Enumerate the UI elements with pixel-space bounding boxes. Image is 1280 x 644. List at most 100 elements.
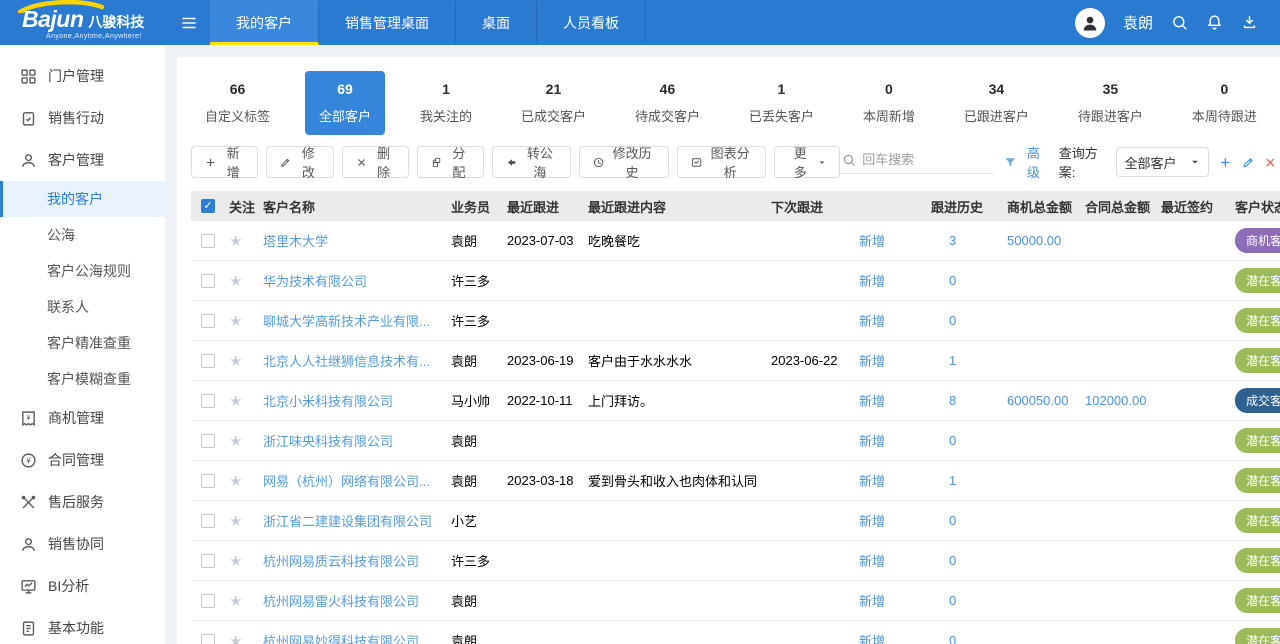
- edit-scheme-icon[interactable]: [1242, 155, 1255, 170]
- select-all-checkbox[interactable]: [201, 199, 215, 213]
- toolbar-button[interactable]: 删除: [342, 146, 409, 178]
- table-row[interactable]: ★ 北京人人社继狮信息技术有... 袁朗 2023-06-19 客户由于水水水水…: [191, 341, 1280, 381]
- sidebar-item[interactable]: 公海: [0, 217, 165, 253]
- col-header-history[interactable]: 跟进历史: [931, 197, 1007, 216]
- toolbar-button[interactable]: 新增: [191, 146, 258, 178]
- row-checkbox[interactable]: [201, 634, 215, 644]
- star-icon[interactable]: ★: [229, 593, 242, 610]
- star-icon[interactable]: ★: [229, 633, 242, 644]
- add-followup-link[interactable]: 新增: [859, 231, 931, 250]
- row-checkbox[interactable]: [201, 514, 215, 528]
- nav-tab[interactable]: 销售管理桌面: [319, 0, 456, 45]
- col-header-follow[interactable]: 关注: [229, 197, 263, 216]
- follow-history-link[interactable]: 0: [931, 433, 1007, 448]
- table-row[interactable]: ★ 浙江省二建建设集团有限公司 小艺 新增 0 潜在客户: [191, 501, 1280, 541]
- stat-card[interactable]: 0 本周待跟进: [1178, 71, 1271, 135]
- add-followup-link[interactable]: 新增: [859, 351, 931, 370]
- customer-name-link[interactable]: 北京人人社继狮信息技术有...: [263, 351, 451, 370]
- sidebar-item[interactable]: 客户精准查重: [0, 325, 165, 361]
- stat-card[interactable]: 35 待跟进客户: [1064, 71, 1157, 135]
- add-followup-link[interactable]: 新增: [859, 311, 931, 330]
- row-checkbox[interactable]: [201, 434, 215, 448]
- sidebar-item[interactable]: 合同管理: [0, 439, 165, 481]
- star-icon[interactable]: ★: [229, 233, 242, 250]
- add-followup-link[interactable]: 新增: [859, 431, 931, 450]
- add-followup-link[interactable]: 新增: [859, 391, 931, 410]
- toolbar-button[interactable]: 图表分析: [677, 146, 767, 178]
- row-checkbox[interactable]: [201, 314, 215, 328]
- row-checkbox[interactable]: [201, 474, 215, 488]
- add-followup-link[interactable]: 新增: [859, 511, 931, 530]
- row-checkbox[interactable]: [201, 594, 215, 608]
- username[interactable]: 袁朗: [1123, 12, 1153, 33]
- star-icon[interactable]: ★: [229, 433, 242, 450]
- advanced-filter-link[interactable]: 高级: [1027, 143, 1049, 181]
- sidebar-item[interactable]: 联系人: [0, 289, 165, 325]
- search-icon[interactable]: [1171, 14, 1188, 31]
- star-icon[interactable]: ★: [229, 313, 242, 330]
- sidebar-item[interactable]: 商机管理: [0, 397, 165, 439]
- hamburger-menu-button[interactable]: [168, 0, 210, 45]
- row-checkbox[interactable]: [201, 554, 215, 568]
- add-scheme-icon[interactable]: [1219, 155, 1232, 170]
- follow-history-link[interactable]: 0: [931, 273, 1007, 288]
- follow-history-link[interactable]: 8: [931, 393, 1007, 408]
- stat-card[interactable]: 34 已跟进客户: [950, 71, 1043, 135]
- col-header-opportunity-amount[interactable]: 商机总金额: [1007, 197, 1085, 216]
- add-followup-link[interactable]: 新增: [859, 271, 931, 290]
- toolbar-button[interactable]: 修改历史: [579, 146, 669, 178]
- query-scheme-select[interactable]: 全部客户: [1116, 147, 1210, 177]
- delete-scheme-icon[interactable]: [1264, 155, 1277, 170]
- table-row[interactable]: ★ 杭州网易妙得科技有限公司 袁朗 新增 0 潜在客户: [191, 621, 1280, 644]
- add-followup-link[interactable]: 新增: [859, 551, 931, 570]
- sidebar-item[interactable]: 销售行动: [0, 97, 165, 139]
- filter-funnel-icon[interactable]: [1004, 155, 1017, 170]
- app-logo[interactable]: Bajun 八骏科技 Anyone,Anytime,Anywhere!: [0, 0, 168, 45]
- table-row[interactable]: ★ 塔里木大学 袁朗 2023-07-03 吃晚餐吃 新增 3 50000.00…: [191, 221, 1280, 261]
- customer-name-link[interactable]: 塔里木大学: [263, 231, 451, 250]
- user-avatar[interactable]: [1075, 8, 1105, 38]
- notifications-bell-icon[interactable]: [1206, 14, 1223, 31]
- follow-history-link[interactable]: 3: [931, 233, 1007, 248]
- col-header-status[interactable]: 客户状态: [1235, 197, 1280, 216]
- contract-amount-link[interactable]: 102000.00: [1085, 393, 1161, 408]
- download-icon[interactable]: [1241, 14, 1258, 31]
- col-header-next-follow[interactable]: 下次跟进: [771, 197, 859, 216]
- col-header-last-sign[interactable]: 最近签约: [1161, 197, 1235, 216]
- nav-tab[interactable]: 人员看板: [537, 0, 646, 45]
- customer-name-link[interactable]: 聊城大学高新技术产业有限...: [263, 311, 451, 330]
- star-icon[interactable]: ★: [229, 513, 242, 530]
- sidebar-item[interactable]: 我的客户: [0, 181, 165, 217]
- customer-name-link[interactable]: 北京小米科技有限公司: [263, 391, 451, 410]
- table-row[interactable]: ★ 聊城大学高新技术产业有限... 许三多 新增 0 潜在客户: [191, 301, 1280, 341]
- customer-name-link[interactable]: 杭州网易雷火科技有限公司: [263, 591, 451, 610]
- row-checkbox[interactable]: [201, 394, 215, 408]
- more-button[interactable]: 更多: [774, 146, 840, 178]
- table-row[interactable]: ★ 网易（杭州）网络有限公司... 袁朗 2023-03-18 爱到骨头和收入也…: [191, 461, 1280, 501]
- sidebar-item[interactable]: BI分析: [0, 565, 165, 607]
- row-checkbox[interactable]: [201, 274, 215, 288]
- toolbar-button[interactable]: 修改: [266, 146, 333, 178]
- stat-card[interactable]: 1 我关注的: [406, 71, 486, 135]
- toolbar-button[interactable]: 分配: [417, 146, 484, 178]
- star-icon[interactable]: ★: [229, 553, 242, 570]
- follow-history-link[interactable]: 0: [931, 553, 1007, 568]
- customer-name-link[interactable]: 网易（杭州）网络有限公司...: [263, 471, 451, 490]
- stat-card[interactable]: 21 已成交客户: [507, 71, 600, 135]
- star-icon[interactable]: ★: [229, 393, 242, 410]
- sidebar-item[interactable]: 门户管理: [0, 55, 165, 97]
- star-icon[interactable]: ★: [229, 473, 242, 490]
- search-input[interactable]: [862, 152, 992, 167]
- col-header-owner[interactable]: 业务员: [451, 197, 507, 216]
- sidebar-item[interactable]: 基本功能: [0, 607, 165, 644]
- row-checkbox[interactable]: [201, 234, 215, 248]
- nav-tab[interactable]: 桌面: [456, 0, 537, 45]
- table-row[interactable]: ★ 杭州网易雷火科技有限公司 袁朗 新增 0 潜在客户: [191, 581, 1280, 621]
- sidebar-item[interactable]: 客户管理: [0, 139, 165, 181]
- nav-tab[interactable]: 我的客户: [210, 0, 319, 45]
- customer-name-link[interactable]: 华为技术有限公司: [263, 271, 451, 290]
- customer-name-link[interactable]: 浙江味央科技有限公司: [263, 431, 451, 450]
- table-row[interactable]: ★ 华为技术有限公司 许三多 新增 0 潜在客户: [191, 261, 1280, 301]
- customer-name-link[interactable]: 杭州网易质云科技有限公司: [263, 551, 451, 570]
- opportunity-amount-link[interactable]: 600050.00: [1007, 393, 1085, 408]
